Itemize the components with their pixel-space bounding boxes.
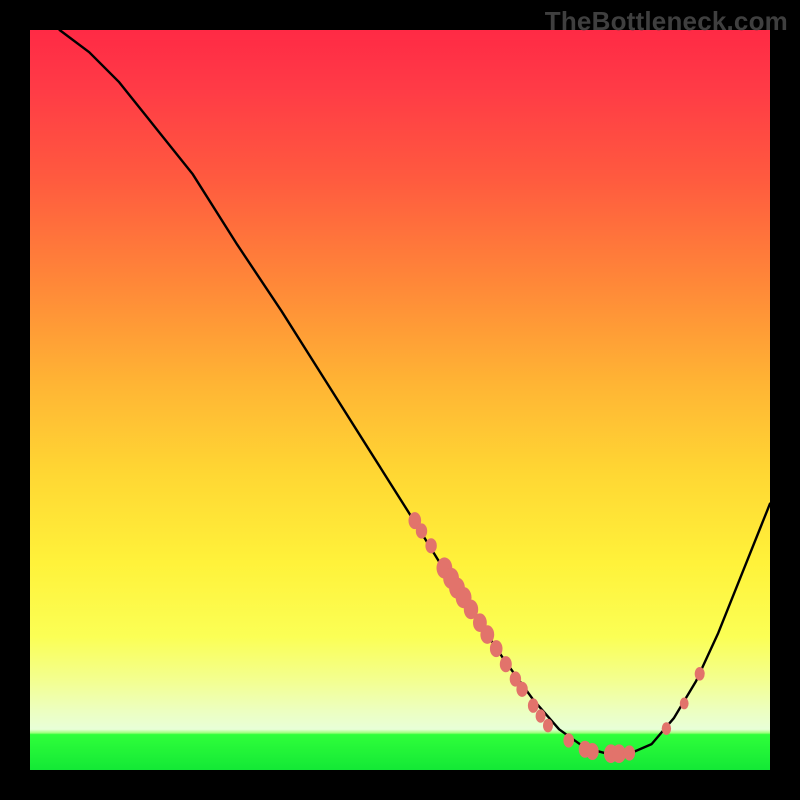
curve-marker: [695, 667, 705, 681]
chart-frame: TheBottleneck.com: [0, 0, 800, 800]
curve-marker: [662, 722, 671, 735]
watermark-text: TheBottleneck.com: [545, 6, 788, 37]
curve-marker: [416, 523, 427, 538]
curve-marker: [500, 656, 512, 672]
bottleneck-curve: [60, 30, 770, 754]
curve-marker: [586, 743, 599, 760]
curve-marker: [528, 698, 539, 712]
curve-marker: [490, 640, 503, 657]
curve-marker: [543, 719, 553, 733]
curve-marker: [425, 538, 436, 553]
curve-marker: [563, 733, 574, 747]
curve-marker: [536, 709, 546, 723]
curve-marker: [624, 745, 635, 760]
curve-marker: [680, 698, 689, 710]
chart-svg: [30, 30, 770, 770]
curve-marker: [480, 625, 494, 644]
curve-marker: [516, 682, 527, 697]
